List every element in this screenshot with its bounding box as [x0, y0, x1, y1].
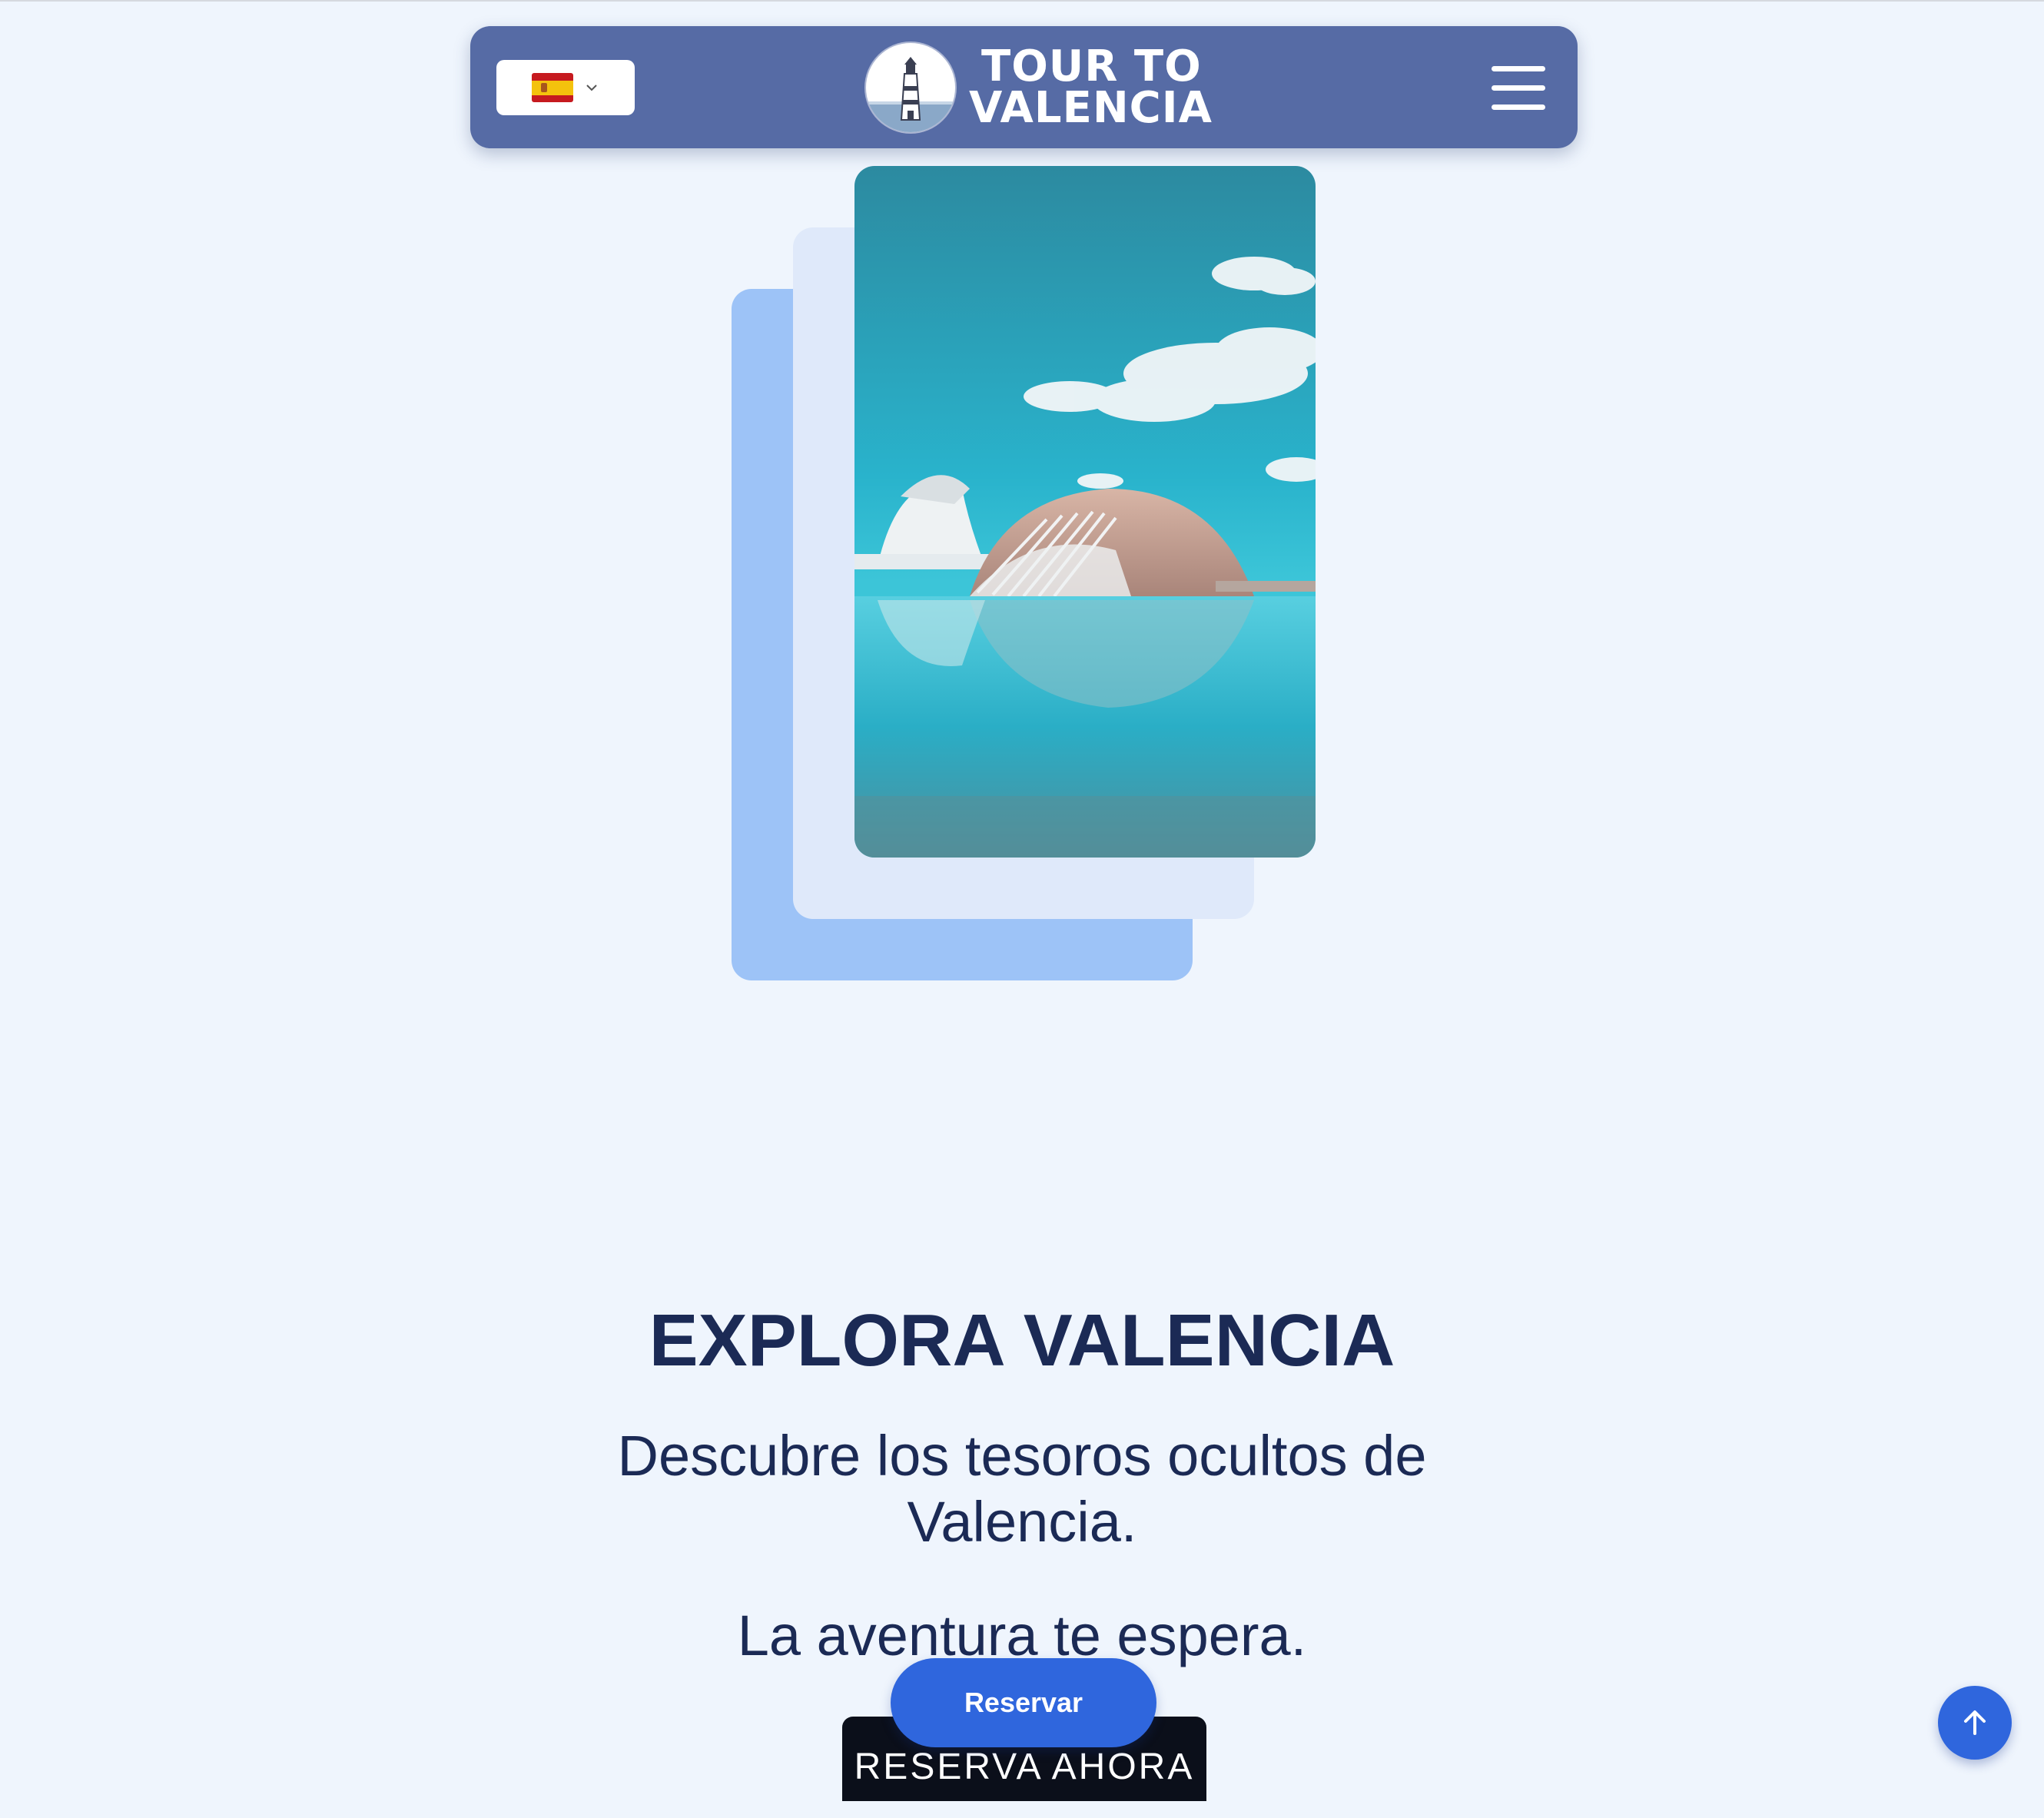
browser-top-border: [0, 0, 2044, 2]
hamburger-menu-icon[interactable]: [1492, 66, 1545, 111]
spain-flag-icon: [532, 73, 573, 102]
top-navbar: TOUR TO VALENCIA: [470, 26, 1578, 148]
lighthouse-logo-icon: [866, 43, 955, 132]
hero-title: EXPLORA VALENCIA: [649, 1299, 1395, 1382]
brand-name: TOUR TO VALENCIA: [969, 41, 1213, 133]
scroll-to-top-button[interactable]: [1938, 1686, 2012, 1760]
hero-subtitle: Descubre los tesoros ocultos de Valencia…: [617, 1424, 1427, 1554]
chevron-down-icon: [586, 85, 597, 91]
brand-logo-link[interactable]: TOUR TO VALENCIA: [866, 39, 1213, 136]
brand-line-2: VALENCIA: [969, 83, 1213, 133]
language-selector[interactable]: [496, 60, 635, 115]
arrow-up-icon: [1964, 1710, 1986, 1735]
city-of-arts-and-sciences-photo: [854, 166, 1316, 858]
brand-line-1: TOUR TO: [981, 41, 1202, 91]
reserve-button[interactable]: Reservar: [891, 1658, 1156, 1747]
